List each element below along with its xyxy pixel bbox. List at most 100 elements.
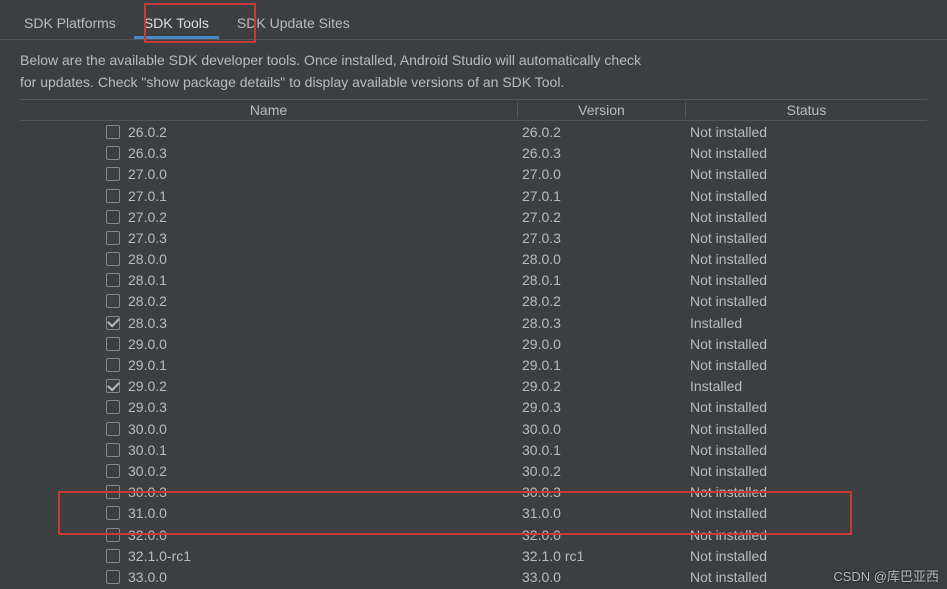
table-row[interactable]: 27.0.127.0.1Not installed	[20, 185, 927, 206]
cell-status: Not installed	[686, 209, 927, 225]
checkbox[interactable]	[106, 316, 120, 330]
cell-version: 32.1.0 rc1	[518, 548, 686, 564]
table-row[interactable]: 27.0.327.0.3Not installed	[20, 227, 927, 248]
row-name-label: 30.0.3	[128, 484, 167, 500]
cell-status: Not installed	[686, 442, 927, 458]
cell-status: Not installed	[686, 145, 927, 161]
checkbox[interactable]	[106, 273, 120, 287]
cell-status: Not installed	[686, 421, 927, 437]
cell-name: 30.0.0	[20, 421, 518, 437]
tab-label: SDK Update Sites	[237, 15, 350, 31]
cell-name: 27.0.0	[20, 166, 518, 182]
cell-status: Not installed	[686, 188, 927, 204]
checkbox[interactable]	[106, 528, 120, 542]
checkbox[interactable]	[106, 358, 120, 372]
cell-version: 29.0.2	[518, 378, 686, 394]
tab-sdk-update-sites[interactable]: SDK Update Sites	[223, 9, 364, 39]
table-row[interactable]: 32.0.032.0.0Not installed	[20, 524, 927, 545]
checkbox[interactable]	[106, 337, 120, 351]
checkbox[interactable]	[106, 252, 120, 266]
cell-name: 26.0.2	[20, 124, 518, 140]
table-row[interactable]: 30.0.330.0.3Not installed	[20, 482, 927, 503]
description-text: Below are the available SDK developer to…	[0, 40, 947, 99]
cell-version: 30.0.3	[518, 484, 686, 500]
cell-name: 29.0.0	[20, 336, 518, 352]
checkbox[interactable]	[106, 231, 120, 245]
table-row[interactable]: 28.0.228.0.2Not installed	[20, 291, 927, 312]
cell-name: 27.0.2	[20, 209, 518, 225]
table-row[interactable]: 33.0.033.0.0Not installed	[20, 566, 927, 587]
cell-status: Installed	[686, 378, 927, 394]
checkbox[interactable]	[106, 506, 120, 520]
row-name-label: 27.0.2	[128, 209, 167, 225]
cell-name: 28.0.2	[20, 293, 518, 309]
description-line: Below are the available SDK developer to…	[20, 50, 927, 72]
checkbox[interactable]	[106, 189, 120, 203]
cell-status: Not installed	[686, 548, 927, 564]
table-row[interactable]: 30.0.130.0.1Not installed	[20, 439, 927, 460]
row-name-label: 30.0.1	[128, 442, 167, 458]
cell-version: 31.0.0	[518, 505, 686, 521]
cell-name: 32.0.0	[20, 527, 518, 543]
checkbox[interactable]	[106, 422, 120, 436]
row-name-label: 26.0.3	[128, 145, 167, 161]
checkbox[interactable]	[106, 570, 120, 584]
checkbox[interactable]	[106, 294, 120, 308]
table-row[interactable]: 28.0.328.0.3Installed	[20, 312, 927, 333]
col-header-status[interactable]: Status	[686, 102, 927, 118]
table-body: 26.0.226.0.2Not installed26.0.326.0.3Not…	[20, 121, 927, 587]
table-row[interactable]: 29.0.329.0.3Not installed	[20, 397, 927, 418]
checkbox[interactable]	[106, 210, 120, 224]
cell-name: 28.0.3	[20, 315, 518, 331]
cell-status: Not installed	[686, 527, 927, 543]
cell-version: 28.0.0	[518, 251, 686, 267]
table-row[interactable]: 32.1.0-rc1 32.1.0 rc1Not installed	[20, 545, 927, 566]
table-row[interactable]: 30.0.230.0.2Not installed	[20, 460, 927, 481]
cell-version: 27.0.3	[518, 230, 686, 246]
row-name-label: 30.0.0	[128, 421, 167, 437]
checkbox[interactable]	[106, 485, 120, 499]
checkbox[interactable]	[106, 379, 120, 393]
table-row[interactable]: 27.0.227.0.2Not installed	[20, 206, 927, 227]
col-header-name[interactable]: Name	[20, 102, 518, 118]
sdk-table: Name Version Status 26.0.226.0.2Not inst…	[20, 99, 927, 587]
cell-status: Not installed	[686, 272, 927, 288]
checkbox[interactable]	[106, 443, 120, 457]
col-header-version[interactable]: Version	[518, 102, 686, 118]
table-row[interactable]: 29.0.029.0.0Not installed	[20, 333, 927, 354]
checkbox[interactable]	[106, 146, 120, 160]
tab-label: SDK Platforms	[24, 15, 116, 31]
checkbox[interactable]	[106, 125, 120, 139]
table-row[interactable]: 27.0.027.0.0Not installed	[20, 164, 927, 185]
tab-sdk-platforms[interactable]: SDK Platforms	[10, 9, 130, 39]
cell-status: Not installed	[686, 166, 927, 182]
cell-version: 29.0.1	[518, 357, 686, 373]
cell-status: Not installed	[686, 399, 927, 415]
cell-name: 32.1.0-rc1	[20, 548, 518, 564]
cell-status: Not installed	[686, 124, 927, 140]
table-row[interactable]: 30.0.030.0.0Not installed	[20, 418, 927, 439]
table-row[interactable]: 26.0.326.0.3Not installed	[20, 143, 927, 164]
row-name-label: 28.0.2	[128, 293, 167, 309]
table-row[interactable]: 31.0.031.0.0Not installed	[20, 503, 927, 524]
tab-sdk-tools[interactable]: SDK Tools	[130, 9, 223, 39]
checkbox[interactable]	[106, 464, 120, 478]
table-row[interactable]: 29.0.129.0.1Not installed	[20, 354, 927, 375]
cell-name: 27.0.1	[20, 188, 518, 204]
checkbox[interactable]	[106, 549, 120, 563]
checkbox[interactable]	[106, 400, 120, 414]
cell-status: Not installed	[686, 230, 927, 246]
cell-status: Installed	[686, 315, 927, 331]
table-row[interactable]: 28.0.028.0.0Not installed	[20, 249, 927, 270]
table-header: Name Version Status	[20, 99, 927, 121]
cell-status: Not installed	[686, 357, 927, 373]
row-name-label: 32.1.0-rc1	[128, 548, 191, 564]
cell-version: 28.0.3	[518, 315, 686, 331]
table-row[interactable]: 28.0.128.0.1Not installed	[20, 270, 927, 291]
table-row[interactable]: 26.0.226.0.2Not installed	[20, 121, 927, 142]
table-row[interactable]: 29.0.229.0.2Installed	[20, 376, 927, 397]
row-name-label: 28.0.0	[128, 251, 167, 267]
cell-version: 30.0.2	[518, 463, 686, 479]
cell-status: Not installed	[686, 251, 927, 267]
checkbox[interactable]	[106, 167, 120, 181]
